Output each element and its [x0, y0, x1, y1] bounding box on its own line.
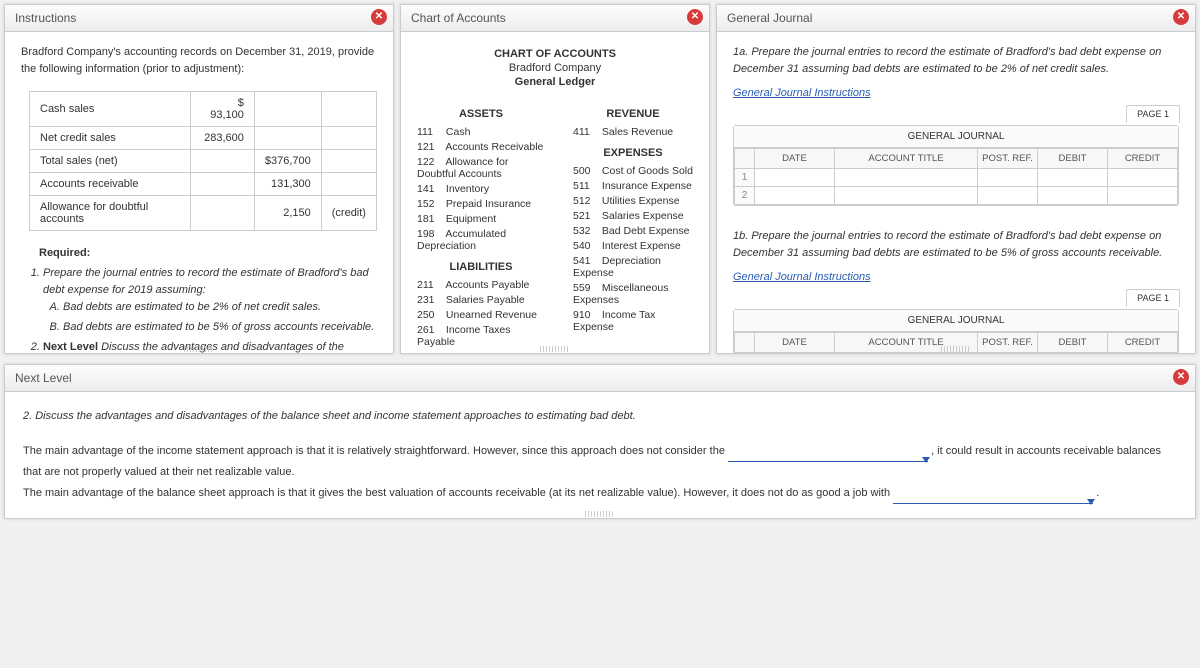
coa-right-col: REVENUE 411 Sales Revenue EXPENSES 500 C… [573, 100, 693, 353]
close-icon[interactable]: ✕ [1173, 9, 1189, 25]
coa-account-item[interactable]: 532 Bad Debt Expense [573, 223, 693, 238]
coa-account-item[interactable]: 122 Allowance for Doubtful Accounts [417, 154, 545, 181]
gj-q1b: 1b. Prepare the journal entries to recor… [733, 228, 1179, 261]
coa-company: Bradford Company [417, 62, 693, 74]
gj-body: 1a. Prepare the journal entries to recor… [717, 32, 1195, 353]
close-icon[interactable]: ✕ [371, 9, 387, 25]
debit-cell[interactable] [1038, 353, 1108, 354]
close-icon[interactable]: ✕ [687, 9, 703, 25]
page-tab[interactable]: PAGE 1 [1126, 105, 1180, 123]
instructions-header: Instructions ✕ [5, 5, 393, 32]
debit-cell[interactable] [1038, 187, 1108, 205]
next-level-panel: Next Level ✕ 2. Discuss the advantages a… [4, 364, 1196, 519]
instructions-body: Bradford Company's accounting records on… [5, 32, 393, 353]
coa-account-item[interactable]: 411 Sales Revenue [573, 124, 693, 139]
coa-account-item[interactable]: 211 Accounts Payable [417, 277, 545, 292]
coa-account-item[interactable]: 559 Miscellaneous Expenses [573, 280, 693, 307]
postref-cell[interactable] [978, 169, 1038, 187]
gj-q1a: 1a. Prepare the journal entries to recor… [733, 44, 1179, 77]
debit-cell[interactable] [1038, 169, 1108, 187]
table-row: Net credit sales283,600 [30, 127, 377, 150]
list-item: Bad debts are estimated to be 2% of net … [63, 299, 377, 316]
table-row: Allowance for doubtful accounts2,150(cre… [30, 196, 377, 231]
coa-account-item[interactable]: 250 Unearned Revenue [417, 307, 545, 322]
coa-account-item[interactable]: 541 Depreciation Expense [573, 253, 693, 280]
credit-cell[interactable] [1108, 353, 1178, 354]
gj-header: General Journal ✕ [717, 5, 1195, 32]
coa-left-col: ASSETS 111 Cash121 Accounts Receivable12… [417, 100, 545, 353]
credit-cell[interactable] [1108, 169, 1178, 187]
table-row: Cash sales$ 93,100 [30, 92, 377, 127]
data-table: Cash sales$ 93,100 Net credit sales283,6… [29, 91, 377, 231]
coa-ledger: General Ledger [417, 76, 693, 88]
postref-cell[interactable] [978, 187, 1038, 205]
page-tab[interactable]: PAGE 1 [1126, 289, 1180, 307]
gj-instructions-link[interactable]: General Journal Instructions [733, 271, 871, 283]
coa-account-item[interactable]: 910 Income Tax Expense [573, 307, 693, 334]
coa-account-item[interactable]: 198 Accumulated Depreciation [417, 226, 545, 253]
postref-cell[interactable] [978, 353, 1038, 354]
journal-caption: GENERAL JOURNAL [734, 310, 1178, 332]
gj-instructions-link[interactable]: General Journal Instructions [733, 87, 871, 99]
resize-grip[interactable] [941, 346, 971, 352]
dropdown-blank-1[interactable] [728, 448, 928, 462]
required-list: Prepare the journal entries to record th… [43, 265, 377, 353]
dropdown-blank-2[interactable] [893, 490, 1093, 504]
close-icon[interactable]: ✕ [1173, 369, 1189, 385]
coa-title: Chart of Accounts [411, 11, 506, 25]
list-item: Bad debts are estimated to be 5% of gros… [63, 319, 377, 336]
account-title-cell[interactable] [835, 353, 978, 354]
coa-account-item[interactable]: 141 Inventory [417, 181, 545, 196]
date-cell[interactable] [755, 353, 835, 354]
table-row: Total sales (net)$376,700 [30, 150, 377, 173]
general-journal-panel: General Journal ✕ 1a. Prepare the journa… [716, 4, 1196, 354]
coa-account-item[interactable]: 511 Insurance Expense [573, 178, 693, 193]
chart-of-accounts-panel: Chart of Accounts ✕ CHART OF ACCOUNTS Br… [400, 4, 710, 354]
nl-question: 2. Discuss the advantages and disadvanta… [23, 406, 1177, 427]
journal-1a: GENERAL JOURNAL DATEACCOUNT TITLEPOST. R… [733, 125, 1179, 206]
coa-account-item[interactable]: 121 Accounts Receivable [417, 139, 545, 154]
coa-main-title: CHART OF ACCOUNTS [417, 48, 693, 60]
instructions-panel: Instructions ✕ Bradford Company's accoun… [4, 4, 394, 354]
journal-caption: GENERAL JOURNAL [734, 126, 1178, 148]
nl-header: Next Level ✕ [5, 365, 1195, 392]
coa-account-item[interactable]: 540 Interest Expense [573, 238, 693, 253]
credit-cell[interactable] [1108, 187, 1178, 205]
nl-para-2: The main advantage of the balance sheet … [23, 483, 1177, 504]
required-heading: Required: [39, 247, 377, 259]
coa-account-item[interactable]: 152 Prepaid Insurance [417, 196, 545, 211]
coa-body: CHART OF ACCOUNTS Bradford Company Gener… [401, 32, 709, 353]
resize-grip[interactable] [540, 346, 570, 352]
nl-title: Next Level [15, 371, 72, 385]
coa-account-item[interactable]: 521 Salaries Expense [573, 208, 693, 223]
journal-table: DATEACCOUNT TITLEPOST. REF.DEBITCREDIT 1… [734, 148, 1178, 205]
coa-account-item[interactable]: 231 Salaries Payable [417, 292, 545, 307]
coa-account-item[interactable]: 181 Equipment [417, 211, 545, 226]
date-cell[interactable] [755, 187, 835, 205]
resize-grip[interactable] [585, 511, 615, 517]
table-row: Accounts receivable131,300 [30, 173, 377, 196]
nl-para-1: The main advantage of the income stateme… [23, 441, 1177, 483]
intro-text: Bradford Company's accounting records on… [21, 44, 377, 77]
coa-account-item[interactable]: 512 Utilities Expense [573, 193, 693, 208]
account-title-cell[interactable] [835, 169, 978, 187]
coa-header: Chart of Accounts ✕ [401, 5, 709, 32]
coa-account-item[interactable]: 261 Income Taxes Payable [417, 322, 545, 349]
resize-grip[interactable] [184, 346, 214, 352]
nl-body: 2. Discuss the advantages and disadvanta… [5, 392, 1195, 518]
coa-account-item[interactable]: 500 Cost of Goods Sold [573, 163, 693, 178]
coa-account-item[interactable]: 111 Cash [417, 124, 545, 139]
list-item: Prepare the journal entries to record th… [43, 265, 377, 336]
date-cell[interactable] [755, 169, 835, 187]
account-title-cell[interactable] [835, 187, 978, 205]
gj-title: General Journal [727, 11, 812, 25]
instructions-title: Instructions [15, 11, 76, 25]
